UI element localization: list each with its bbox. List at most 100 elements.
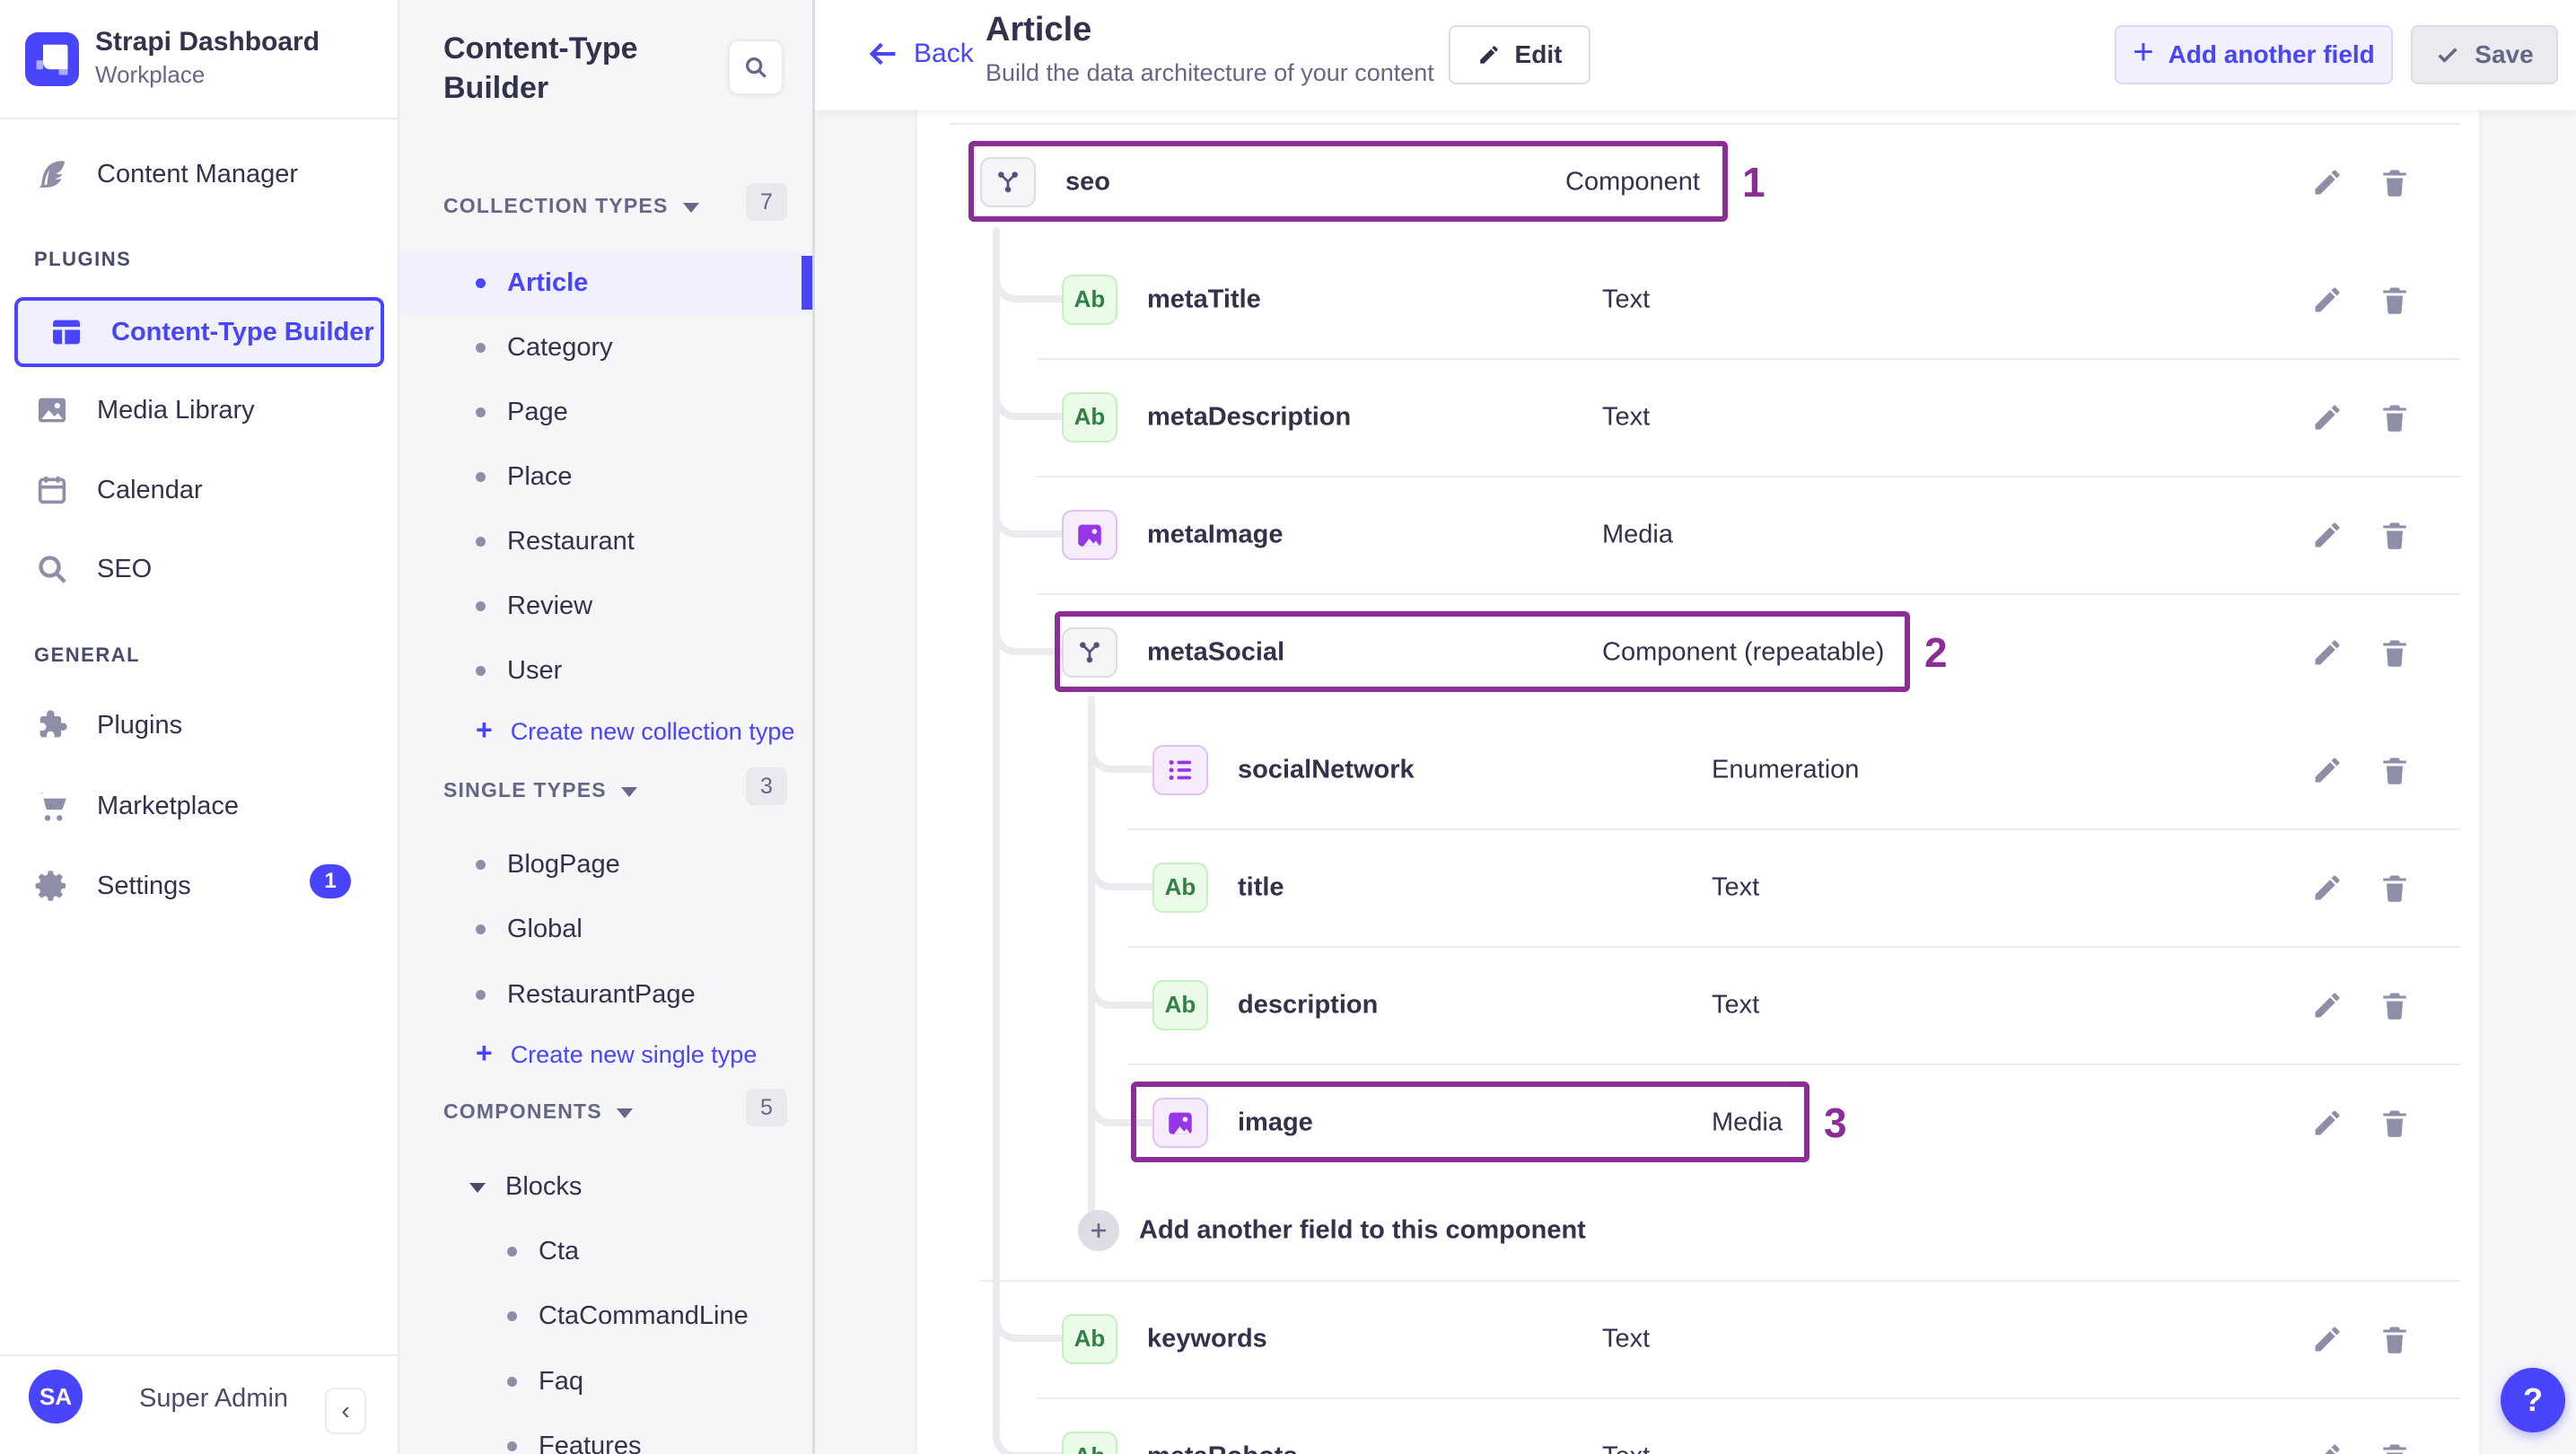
field-type: Text xyxy=(1602,402,1651,431)
component-icon xyxy=(980,156,1036,207)
single-type-global[interactable]: Global xyxy=(399,898,812,962)
delete-field-button[interactable] xyxy=(2379,401,2411,434)
annotation-highlight-box xyxy=(1131,1082,1809,1162)
delete-field-button[interactable] xyxy=(2379,754,2411,786)
page-header: Back Article Build the data architecture… xyxy=(815,0,2576,110)
edit-button[interactable]: Edit xyxy=(1449,25,1590,84)
edit-field-button[interactable] xyxy=(2311,284,2344,316)
edit-field-button[interactable] xyxy=(2311,401,2344,434)
edit-field-button[interactable] xyxy=(2311,1107,2344,1139)
edit-field-button[interactable] xyxy=(2311,872,2344,904)
row-actions xyxy=(2311,1323,2411,1355)
delete-field-button[interactable] xyxy=(2379,519,2411,551)
edit-field-button[interactable] xyxy=(2311,1323,2344,1355)
sidebar-item-seo[interactable]: SEO xyxy=(0,537,398,601)
field-type: Text xyxy=(1712,872,1760,901)
field-name: title xyxy=(1238,872,1284,901)
bullet-icon xyxy=(476,859,486,870)
components-header[interactable]: COMPONENTS xyxy=(443,1099,633,1124)
app-title: Strapi Dashboard xyxy=(95,27,320,57)
add-field-to-component-button[interactable] xyxy=(1078,1210,1119,1251)
component-ctacommandline[interactable]: CtaCommandLine xyxy=(399,1284,812,1349)
add-field-to-component-label[interactable]: Add another field to this component xyxy=(1139,1216,1586,1246)
panel-search-button[interactable] xyxy=(728,39,784,95)
delete-field-button[interactable] xyxy=(2379,166,2411,198)
pencil-icon xyxy=(1479,46,1498,64)
single-types-header[interactable]: SINGLE TYPES xyxy=(443,778,637,802)
fields-card: 1 seo Component Ab metaTitle Text Ab metaDescri… xyxy=(917,110,2479,1454)
sidebar-item-label: Media Library xyxy=(97,395,255,425)
field-row-description: Ab description Text xyxy=(917,946,2479,1064)
delete-field-button[interactable] xyxy=(2379,989,2411,1021)
check-icon xyxy=(2438,48,2458,63)
edit-field-button[interactable] xyxy=(2311,989,2344,1021)
gear-icon xyxy=(34,868,70,904)
fields-list: 1 seo Component Ab metaTitle Text Ab metaDescri… xyxy=(917,110,2479,1454)
single-type-blogpage[interactable]: BlogPage xyxy=(399,832,812,897)
delete-field-button[interactable] xyxy=(2379,636,2411,669)
edit-field-button[interactable] xyxy=(2311,636,2344,669)
sidebar-item-calendar[interactable]: Calendar xyxy=(0,458,398,522)
collection-types-header[interactable]: COLLECTION TYPES xyxy=(443,194,699,218)
sidebar-item-plugins[interactable]: Plugins xyxy=(0,693,398,758)
back-button[interactable]: Back xyxy=(865,36,974,72)
collection-type-page[interactable]: Page xyxy=(399,380,812,444)
sidebar-item-content-type-builder[interactable]: Content-Type Builder xyxy=(14,297,384,367)
sidebar-item-media-library[interactable]: Media Library xyxy=(0,378,398,442)
content-type-builder-panel: Content-Type Builder COLLECTION TYPES 7 … xyxy=(399,0,815,1454)
user-avatar[interactable]: SA xyxy=(29,1370,83,1423)
delete-field-button[interactable] xyxy=(2379,1441,2411,1454)
delete-field-button[interactable] xyxy=(2379,1323,2411,1355)
collection-type-restaurant[interactable]: Restaurant xyxy=(399,509,812,574)
collection-type-article[interactable]: Article xyxy=(399,250,812,315)
sidebar-item-marketplace[interactable]: Marketplace xyxy=(0,774,398,838)
add-another-field-button[interactable]: + Add another field xyxy=(2115,25,2393,84)
single-type-restaurantpage[interactable]: RestaurantPage xyxy=(399,962,812,1027)
row-divider xyxy=(1127,828,2460,830)
field-name: keywords xyxy=(1147,1324,1267,1353)
edit-field-button[interactable] xyxy=(2311,754,2344,786)
component-features[interactable]: Features xyxy=(399,1415,812,1454)
collection-type-review[interactable]: Review xyxy=(399,574,812,638)
row-divider xyxy=(980,1280,2460,1282)
delete-field-button[interactable] xyxy=(2379,872,2411,904)
bullet-icon xyxy=(476,600,486,611)
type-item-label: Cta xyxy=(539,1236,580,1266)
type-item-label: Features xyxy=(539,1432,642,1454)
chevron-down-icon xyxy=(469,1183,486,1193)
row-divider xyxy=(1037,593,2460,595)
help-button[interactable]: ? xyxy=(2501,1368,2565,1432)
text-icon: Ab xyxy=(1152,862,1208,913)
row-actions xyxy=(2311,519,2411,551)
delete-field-button[interactable] xyxy=(2379,1107,2411,1139)
sidebar-section-plugins: PLUGINS xyxy=(34,248,132,270)
edit-field-button[interactable] xyxy=(2311,166,2344,198)
sidebar-item-settings[interactable]: Settings 1 xyxy=(0,854,398,918)
component-faq[interactable]: Faq xyxy=(399,1349,812,1414)
cart-icon xyxy=(34,788,70,824)
components-group-blocks[interactable]: Blocks xyxy=(399,1154,812,1219)
create-single-type-link[interactable]: + Create new single type xyxy=(399,1022,812,1087)
create-collection-type-link[interactable]: + Create new collection type xyxy=(399,699,812,764)
type-item-label: RestaurantPage xyxy=(507,979,696,1009)
panel-title: Content-Type Builder xyxy=(443,31,638,105)
type-item-label: Review xyxy=(507,591,593,620)
sidebar-item-label: SEO xyxy=(97,554,153,583)
edit-field-button[interactable] xyxy=(2311,1441,2344,1454)
sidebar-collapse-button[interactable]: ‹ xyxy=(325,1388,366,1434)
collection-type-user[interactable]: User xyxy=(399,638,812,703)
edit-field-button[interactable] xyxy=(2311,519,2344,551)
row-divider xyxy=(1037,476,2460,477)
collection-type-category[interactable]: Category xyxy=(399,315,812,380)
sidebar-item-content-manager[interactable]: Content Manager xyxy=(0,142,398,206)
sidebar-item-label: Calendar xyxy=(97,475,203,504)
collection-type-place[interactable]: Place xyxy=(399,444,812,509)
field-name: description xyxy=(1238,990,1379,1019)
text-icon: Ab xyxy=(1152,979,1208,1030)
save-button[interactable]: Save xyxy=(2411,25,2558,84)
component-cta[interactable]: Cta xyxy=(399,1219,812,1283)
delete-field-button[interactable] xyxy=(2379,284,2411,316)
field-row-metaSocial: 2 metaSocial Component (repeatable) xyxy=(917,593,2479,711)
sidebar-footer-divider xyxy=(0,1354,398,1356)
field-type: Text xyxy=(1602,1324,1651,1353)
